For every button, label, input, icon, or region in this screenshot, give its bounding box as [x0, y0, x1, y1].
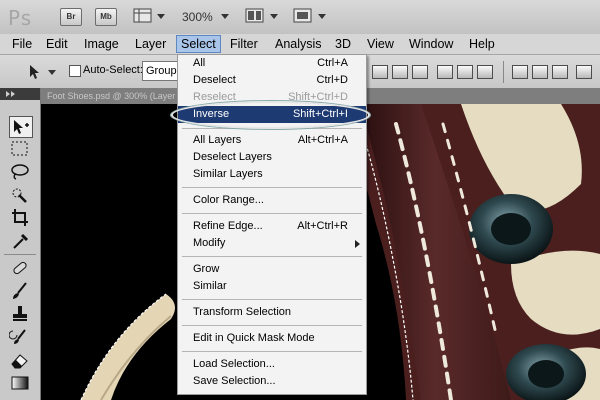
- grid-icon: [133, 8, 152, 23]
- menu-separator: [182, 256, 362, 257]
- menu-window[interactable]: Window: [405, 36, 457, 52]
- history-brush-icon: [8, 329, 26, 344]
- menu-item-similar-layers[interactable]: Similar Layers: [178, 166, 366, 183]
- quick-select-tool[interactable]: [9, 185, 31, 205]
- eyedropper-tool[interactable]: [9, 231, 31, 251]
- menu-separator: [182, 299, 362, 300]
- distribute-left-icon[interactable]: [576, 65, 592, 79]
- gradient-tool-icon: [11, 376, 29, 390]
- menu-file[interactable]: File: [8, 36, 36, 52]
- move-tool-icon: [14, 120, 29, 134]
- menu-item-all-layers[interactable]: All Layers Alt+Ctrl+A: [178, 132, 366, 149]
- auto-select-checkbox[interactable]: [69, 65, 81, 77]
- menu-edit[interactable]: Edit: [42, 36, 72, 52]
- menu-item-similar[interactable]: Similar: [178, 278, 366, 295]
- bridge-button[interactable]: Br: [60, 8, 82, 26]
- align-right-icon[interactable]: [477, 65, 493, 79]
- menu-separator: [182, 351, 362, 352]
- menu-item-quick-mask[interactable]: Edit in Quick Mask Mode: [178, 330, 366, 347]
- menu-separator: [182, 128, 362, 129]
- move-tool[interactable]: [9, 116, 33, 138]
- menu-item-deselect[interactable]: Deselect Ctrl+D: [178, 72, 366, 89]
- zoom-level[interactable]: 300%: [182, 10, 213, 24]
- crop-tool-icon: [12, 209, 28, 226]
- chevron-down-icon[interactable]: [221, 14, 229, 19]
- view-extras-button[interactable]: [133, 8, 153, 24]
- photoshop-logo: Ps: [8, 6, 33, 30]
- menu-item-modify[interactable]: Modify: [178, 235, 366, 252]
- collapse-icon: [6, 91, 15, 97]
- chevron-down-icon[interactable]: [270, 14, 278, 19]
- menu-item-load-selection[interactable]: Load Selection...: [178, 356, 366, 373]
- move-tool-icon: [30, 65, 39, 79]
- lasso-tool[interactable]: [9, 162, 31, 182]
- menu-separator: [182, 187, 362, 188]
- tool-preset-picker[interactable]: [22, 63, 44, 81]
- menu-select[interactable]: Select: [176, 35, 221, 53]
- marquee-tool-icon: [11, 141, 28, 156]
- application-bar: Ps Br Mb 300%: [0, 0, 600, 35]
- submenu-arrow-icon: [355, 240, 360, 248]
- auto-select-label: Auto-Select:: [83, 64, 143, 76]
- crop-tool[interactable]: [9, 208, 31, 228]
- gradient-tool[interactable]: [9, 373, 31, 393]
- menu-item-reselect: Reselect Shift+Ctrl+D: [193, 91, 348, 103]
- arrange-icon: [245, 8, 264, 23]
- menu-item-color-range[interactable]: Color Range...: [178, 192, 366, 209]
- menu-filter[interactable]: Filter: [226, 36, 262, 52]
- clone-stamp-tool[interactable]: [9, 304, 31, 324]
- align-vertical-center-icon[interactable]: [392, 65, 408, 79]
- screen-mode-icon: [293, 8, 312, 23]
- menu-image[interactable]: Image: [80, 36, 123, 52]
- menu-layer[interactable]: Layer: [131, 36, 170, 52]
- healing-brush-icon: [13, 261, 27, 275]
- screen-mode-button[interactable]: [293, 8, 313, 24]
- lasso-tool-icon: [11, 164, 29, 180]
- menu-view[interactable]: View: [363, 36, 398, 52]
- toolbar-divider: [503, 61, 504, 83]
- menu-item-deselect-layers[interactable]: Deselect Layers: [178, 149, 366, 166]
- menu-item-grow[interactable]: Grow: [178, 261, 366, 278]
- menu-item-save-selection[interactable]: Save Selection...: [178, 373, 366, 390]
- mini-bridge-button[interactable]: Mb: [95, 8, 117, 26]
- align-bottom-icon[interactable]: [412, 65, 428, 79]
- menu-3d[interactable]: 3D: [331, 36, 355, 52]
- toolbox-divider: [4, 254, 36, 255]
- menu-separator: [182, 325, 362, 326]
- align-horizontal-center-icon[interactable]: [457, 65, 473, 79]
- healing-brush-tool[interactable]: [9, 258, 31, 278]
- align-left-icon[interactable]: [437, 65, 453, 79]
- menu-item-inverse[interactable]: Inverse Shift+Ctrl+I: [178, 106, 366, 123]
- distribute-top-icon[interactable]: [512, 65, 528, 79]
- history-brush-tool[interactable]: [8, 327, 31, 347]
- arrange-documents-button[interactable]: [245, 8, 265, 24]
- clone-stamp-icon: [13, 306, 27, 321]
- eraser-tool-icon: [11, 354, 28, 369]
- menu-item-transform-selection[interactable]: Transform Selection: [178, 304, 366, 321]
- marquee-tool[interactable]: [9, 139, 31, 159]
- select-menu-dropdown: All Ctrl+A Deselect Ctrl+D Reselect Shift+C…: [177, 54, 367, 395]
- chevron-down-icon[interactable]: [157, 14, 165, 19]
- menu-analysis[interactable]: Analysis: [271, 36, 326, 52]
- quick-select-tool-icon: [12, 188, 27, 203]
- distribute-bottom-icon[interactable]: [552, 65, 568, 79]
- brush-tool-icon: [13, 282, 27, 299]
- chevron-down-icon[interactable]: [318, 14, 326, 19]
- eyedropper-tool-icon: [13, 233, 29, 249]
- eraser-tool[interactable]: [9, 350, 31, 370]
- menu-help[interactable]: Help: [465, 36, 499, 52]
- chevron-down-icon[interactable]: [48, 70, 56, 75]
- menu-item-refine-edge[interactable]: Refine Edge... Alt+Ctrl+R: [178, 218, 366, 235]
- brush-tool[interactable]: [9, 281, 31, 301]
- menu-bar: File Edit Image Layer Select Filter Anal…: [0, 34, 600, 55]
- tools-panel-header[interactable]: [0, 88, 40, 100]
- distribute-vertical-icon[interactable]: [532, 65, 548, 79]
- align-top-icon[interactable]: [372, 65, 388, 79]
- menu-separator: [182, 213, 362, 214]
- menu-item-all[interactable]: All Ctrl+A: [178, 55, 366, 72]
